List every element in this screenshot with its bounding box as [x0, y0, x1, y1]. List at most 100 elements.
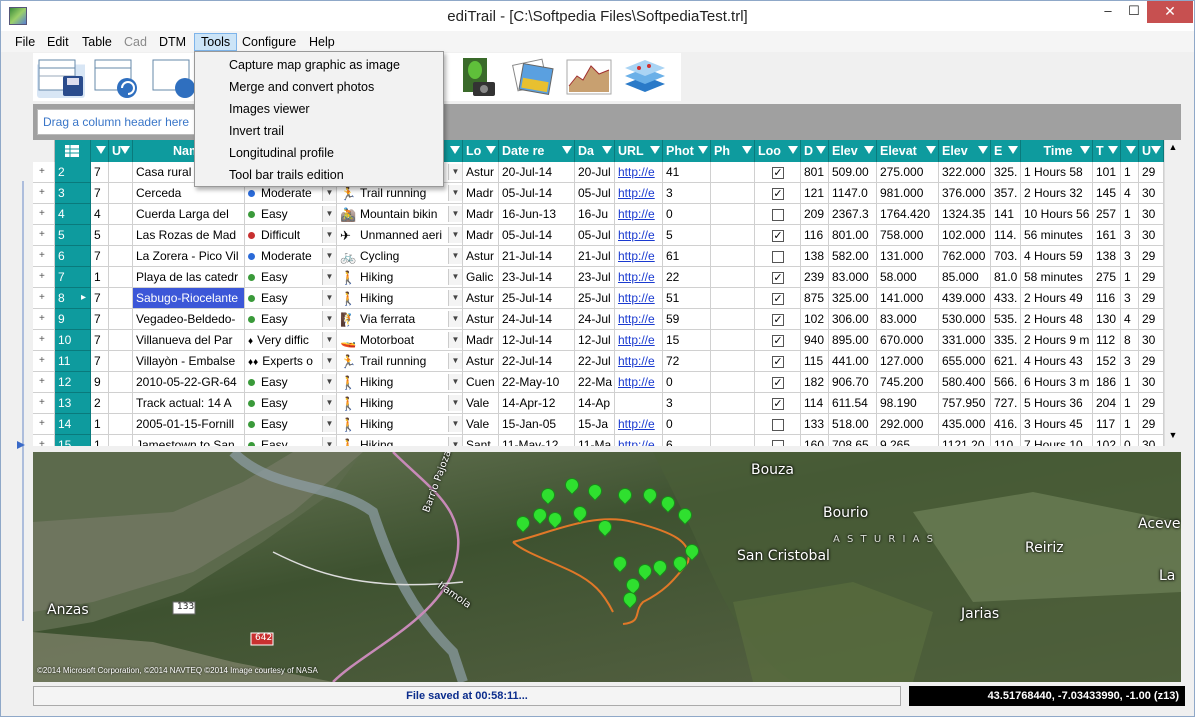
cell-elev-min[interactable]: 83.000 [877, 309, 939, 330]
cell-u3[interactable]: 29 [1139, 414, 1164, 435]
cell-time[interactable]: 4 Hours 43 [1021, 351, 1093, 372]
cell-ph[interactable] [711, 351, 755, 372]
cell-u2[interactable]: 3 [1121, 225, 1139, 246]
cell-da[interactable]: 23-Jul [575, 267, 615, 288]
cell-e[interactable]: 535. [991, 309, 1021, 330]
cell-elev-min[interactable]: 98.190 [877, 393, 939, 414]
cell-ph[interactable] [711, 393, 755, 414]
cell-u3[interactable]: 29 [1139, 246, 1164, 267]
table-redo-icon[interactable] [151, 56, 199, 98]
cell-t[interactable]: 275 [1093, 267, 1121, 288]
table-row[interactable]: +6 7 La Zorera - Pico Vil Moderate ▼ ▼ 🚲 Cyclin… [33, 246, 1181, 267]
dropdown-chevron-icon[interactable]: ▼ [322, 395, 336, 411]
loop-checkbox[interactable] [772, 418, 784, 431]
cell-date[interactable]: 21-Jul-14 [499, 246, 575, 267]
cell-loop[interactable]: ✓ [755, 309, 801, 330]
cell-time[interactable]: 2 Hours 32 [1021, 183, 1093, 204]
cell-elev-min[interactable]: 127.000 [877, 351, 939, 372]
loop-checkbox[interactable]: ✓ [772, 334, 784, 347]
cell-url-text[interactable]: http://e [618, 354, 655, 368]
cell-url[interactable]: http://e [615, 225, 663, 246]
cell-t[interactable]: 102 [1093, 435, 1121, 446]
header-da[interactable]: Da [575, 140, 615, 162]
loop-checkbox[interactable] [772, 250, 784, 263]
cell-location[interactable]: Madr [463, 330, 499, 351]
cell-e[interactable]: 727. [991, 393, 1021, 414]
dropdown-chevron-icon[interactable]: ▼ [322, 269, 336, 285]
cell-empty[interactable] [109, 330, 133, 351]
cell-da[interactable]: 05-Jul [575, 183, 615, 204]
cell-location[interactable]: Madr [463, 225, 499, 246]
expand-icon[interactable]: + [33, 414, 55, 435]
cell-elev-gain[interactable]: 85.000 [939, 267, 991, 288]
scroll-down-icon[interactable]: ▼ [1165, 430, 1181, 440]
dropdown-chevron-icon[interactable]: ▼ [322, 185, 336, 201]
menu-item-invert-trail[interactable]: Invert trail [197, 120, 441, 142]
cell-difficulty[interactable]: Difficult ▼ [245, 225, 337, 246]
cell-difficulty[interactable]: Easy ▼ [245, 435, 337, 446]
table-scrollbar[interactable]: ▲ ▼ [1164, 140, 1181, 446]
row-id[interactable]: 2 [55, 162, 91, 183]
cell-u[interactable]: 1 [91, 414, 109, 435]
cell-t[interactable]: 204 [1093, 393, 1121, 414]
cell-date[interactable]: 05-Jul-14 [499, 225, 575, 246]
cell-activity[interactable]: ▼ 🚶 Hiking [337, 435, 463, 446]
cell-time[interactable]: 2 Hours 48 [1021, 309, 1093, 330]
cell-photos[interactable]: 5 [663, 225, 711, 246]
menu-file[interactable]: File [9, 33, 41, 51]
expand-icon[interactable]: + [33, 372, 55, 393]
table-row[interactable]: +5 5 Las Rozas de Mad Difficult ▼ ▼ ✈ Unmanned … [33, 225, 1181, 246]
cell-elev-gain[interactable]: 322.000 [939, 162, 991, 183]
cell-elev-gain[interactable]: 102.000 [939, 225, 991, 246]
loop-checkbox[interactable]: ✓ [772, 166, 784, 179]
cell-date[interactable]: 11-May-12 [499, 435, 575, 446]
cell-name[interactable]: Sabugo-Riocelante [133, 288, 245, 309]
header-url[interactable]: URL [615, 140, 663, 162]
expand-icon[interactable]: + [33, 309, 55, 330]
cell-u[interactable]: 1 [91, 435, 109, 446]
cell-loop[interactable]: ✓ [755, 225, 801, 246]
cell-da[interactable]: 25-Jul [575, 288, 615, 309]
cell-activity[interactable]: ▼ 🚶 Hiking [337, 414, 463, 435]
dropdown-chevron-icon[interactable]: ▼ [448, 185, 462, 201]
cell-url[interactable]: http://e [615, 288, 663, 309]
cell-empty[interactable] [109, 246, 133, 267]
cell-url[interactable]: http://e [615, 351, 663, 372]
header-date[interactable]: Date re [499, 140, 575, 162]
cell-elev-min[interactable]: 131.000 [877, 246, 939, 267]
cell-activity[interactable]: ▼ 🚶 Hiking [337, 393, 463, 414]
cell-u2[interactable]: 4 [1121, 309, 1139, 330]
cell-t[interactable]: 138 [1093, 246, 1121, 267]
cell-u3[interactable]: 29 [1139, 162, 1164, 183]
cell-time[interactable]: 10 Hours 56 [1021, 204, 1093, 225]
table-row[interactable]: +15 1 Jamestown to San Easy ▼ ▼ 🚶 Hiking Sant 11-… [33, 435, 1181, 446]
cell-photos[interactable]: 72 [663, 351, 711, 372]
cell-u2[interactable]: 4 [1121, 183, 1139, 204]
cell-distance[interactable]: 801 [801, 162, 829, 183]
loop-checkbox[interactable]: ✓ [772, 292, 784, 305]
expand-icon[interactable]: + [33, 351, 55, 372]
row-id[interactable]: 13 [55, 393, 91, 414]
header-u2[interactable]: U [1139, 140, 1164, 162]
cell-difficulty[interactable]: Moderate ▼ [245, 246, 337, 267]
cell-loop[interactable] [755, 204, 801, 225]
cell-u3[interactable]: 30 [1139, 330, 1164, 351]
cell-date[interactable]: 23-Jul-14 [499, 267, 575, 288]
cell-elev-gain[interactable]: 580.400 [939, 372, 991, 393]
row-id[interactable]: 10 [55, 330, 91, 351]
cell-difficulty[interactable]: Easy ▼ [245, 414, 337, 435]
cell-date[interactable]: 22-May-10 [499, 372, 575, 393]
splitter-bar[interactable] [15, 61, 27, 681]
cell-time[interactable]: 1 Hours 58 [1021, 162, 1093, 183]
cell-e[interactable]: 81.0 [991, 267, 1021, 288]
cell-u2[interactable]: 3 [1121, 351, 1139, 372]
cell-u3[interactable]: 30 [1139, 435, 1164, 446]
cell-location[interactable]: Astur [463, 288, 499, 309]
cell-loop[interactable]: ✓ [755, 393, 801, 414]
cell-photos[interactable]: 51 [663, 288, 711, 309]
header-u[interactable]: U [109, 140, 133, 162]
cell-u3[interactable]: 30 [1139, 225, 1164, 246]
menu-dtm[interactable]: DTM [153, 33, 192, 51]
cell-e[interactable]: 703. [991, 246, 1021, 267]
expand-icon[interactable]: + [33, 435, 55, 446]
